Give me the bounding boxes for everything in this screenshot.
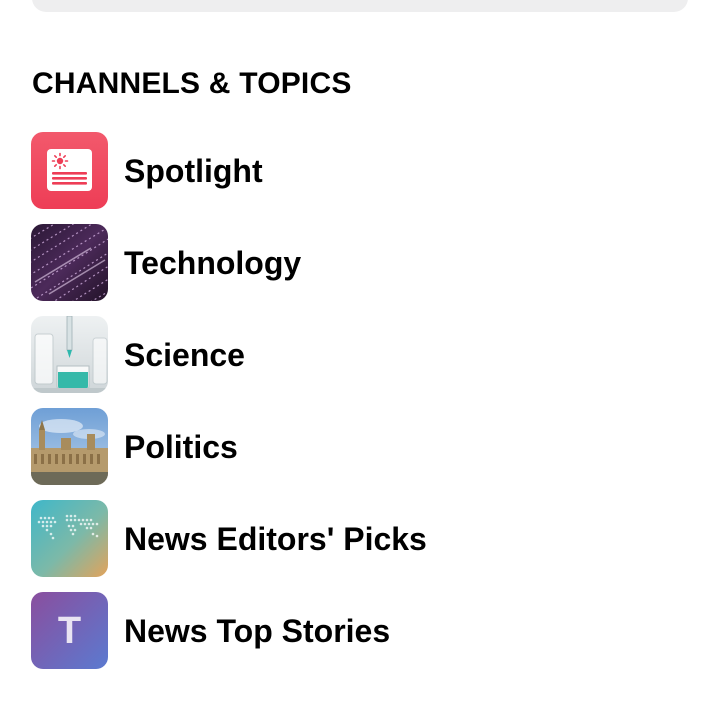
channel-label: News Top Stories [124, 613, 391, 649]
top-stories-letter: T [58, 610, 81, 652]
channel-list: Spotlight Technology Science Politics Ne… [0, 132, 720, 684]
science-thumbnail [31, 316, 108, 393]
channel-row-science[interactable]: Science [0, 316, 720, 408]
technology-thumbnail [31, 224, 108, 301]
top-stories-icon: T [31, 592, 108, 669]
channel-row-editors-picks[interactable]: News Editors' Picks [0, 500, 720, 592]
world-map-icon [31, 500, 108, 577]
channel-label: Politics [124, 429, 238, 465]
search-bar[interactable] [32, 0, 688, 12]
channel-label: News Editors' Picks [124, 521, 427, 557]
channel-label: Technology [124, 245, 302, 281]
channel-label: Science [124, 337, 245, 373]
section-title: CHANNELS & TOPICS [32, 67, 352, 100]
politics-thumbnail [31, 408, 108, 485]
spotlight-icon [31, 132, 108, 209]
channel-row-spotlight[interactable]: Spotlight [0, 132, 720, 224]
channel-label: Spotlight [124, 153, 263, 189]
channel-row-politics[interactable]: Politics [0, 408, 720, 500]
channel-row-technology[interactable]: Technology [0, 224, 720, 316]
channel-row-top-stories[interactable]: T News Top Stories [0, 592, 720, 684]
